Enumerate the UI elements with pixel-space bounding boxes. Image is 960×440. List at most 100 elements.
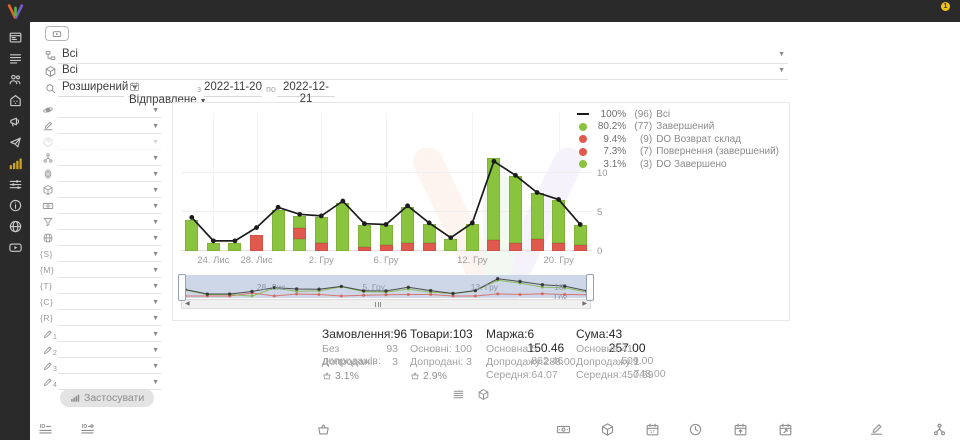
clock-icon[interactable] bbox=[688, 422, 703, 437]
chart-legend: 100%(96)Всі80.2%(77)Завершений9.4%(9)DO … bbox=[576, 108, 779, 171]
info-icon[interactable] bbox=[8, 198, 23, 213]
stat-column: Замовлення:96Без допродажів:93Допродані:… bbox=[322, 327, 398, 382]
stat-sub-value: 3 bbox=[392, 356, 398, 369]
question-filter-dropdown[interactable]: ▼ bbox=[58, 135, 162, 150]
dashboard-icon[interactable] bbox=[8, 30, 23, 45]
store-icon[interactable] bbox=[8, 93, 23, 108]
video-icon[interactable] bbox=[8, 240, 23, 255]
fingerprint-icon bbox=[42, 168, 54, 180]
stat-label: Товари: bbox=[410, 327, 453, 343]
stat-main-row: Маржа:6 150.46 bbox=[486, 327, 554, 343]
legend-item[interactable]: 7.3%(7)Повернення (завершений) bbox=[576, 146, 779, 159]
date-to-input[interactable]: 2022-12-21 bbox=[277, 81, 335, 97]
id-list-icon[interactable] bbox=[38, 422, 53, 437]
navigator-handle-left[interactable] bbox=[178, 274, 186, 301]
view-package-icon[interactable] bbox=[477, 388, 490, 401]
stat-label: Маржа: bbox=[486, 327, 528, 343]
x-tick-label: 2. Гру bbox=[309, 255, 334, 266]
sliders-icon[interactable] bbox=[8, 177, 23, 192]
scrollbar-grip[interactable] bbox=[375, 302, 381, 307]
stat-sub-label: Без допродажів: bbox=[322, 343, 386, 356]
icon-index: 3 bbox=[53, 366, 57, 373]
var-m-filter-dropdown[interactable]: ▼ bbox=[58, 263, 162, 278]
date-from-value: 2022-11-20 bbox=[204, 81, 262, 93]
legend-item[interactable]: 100%(96)Всі bbox=[576, 108, 779, 121]
date-from-input[interactable]: 2022-11-20 bbox=[204, 81, 262, 97]
money-filter-dropdown[interactable]: ▼ bbox=[58, 199, 162, 214]
id-person-icon[interactable] bbox=[80, 422, 95, 437]
stat-sub-value: 3 bbox=[466, 356, 472, 369]
edit-3-filter-dropdown[interactable]: ▼ bbox=[58, 359, 162, 374]
var-s-filter-dropdown[interactable]: ▼ bbox=[58, 247, 162, 262]
package-icon[interactable] bbox=[600, 422, 615, 437]
stat-sub-label: Основна: bbox=[486, 343, 531, 356]
scroll-right-icon[interactable]: ▶ bbox=[582, 302, 587, 307]
hierarchy-icon[interactable] bbox=[932, 422, 947, 437]
package-filter-dropdown[interactable]: ▼ bbox=[58, 183, 162, 198]
hierarchy-filter-dropdown[interactable]: ▼ bbox=[58, 151, 162, 166]
brand-logo-icon[interactable] bbox=[5, 2, 26, 21]
search-icon[interactable] bbox=[44, 82, 57, 95]
advanced-search-label: Розширений bbox=[62, 81, 128, 93]
calendar-up-icon[interactable] bbox=[733, 422, 748, 437]
question-icon bbox=[42, 136, 54, 148]
status-dropdown[interactable]: Всі ▼ bbox=[58, 47, 788, 64]
draft-filter-dropdown[interactable]: ▼ bbox=[58, 119, 162, 134]
orders-icon[interactable] bbox=[8, 51, 23, 66]
navigator-series bbox=[181, 275, 591, 298]
stat-sub-value: 1 748.00 bbox=[633, 356, 665, 369]
globe-icon[interactable] bbox=[8, 219, 23, 234]
basket-icon[interactable] bbox=[316, 422, 331, 437]
legend-label: Всі bbox=[656, 109, 670, 120]
legend-label: Повернення (завершений) bbox=[656, 146, 779, 157]
product-dropdown[interactable]: Всі ▼ bbox=[58, 63, 788, 80]
edit-1-filter-dropdown[interactable]: ▼ bbox=[58, 327, 162, 342]
edit-2-filter-dropdown[interactable]: ▼ bbox=[58, 343, 162, 358]
analytics-icon[interactable] bbox=[8, 156, 23, 171]
promo-icon[interactable] bbox=[8, 114, 23, 129]
stat-column: Маржа:6 150.46Основна:5 862.46Допродажу:… bbox=[486, 327, 554, 382]
var-c-filter-dropdown[interactable]: ▼ bbox=[58, 295, 162, 310]
legend-item[interactable]: 9.4%(9)DO Возврат склад bbox=[576, 133, 779, 146]
stat-sub-row: Допродані: 3 bbox=[322, 356, 398, 369]
money-icon[interactable] bbox=[556, 422, 571, 437]
chart-scrollbar[interactable]: ◀ ▶ bbox=[181, 299, 591, 309]
navigator-handle-right[interactable] bbox=[586, 274, 594, 301]
planet-icon bbox=[42, 104, 54, 116]
chart-navigator[interactable]: 28. Лис5. Гру13. Гру18. Гру bbox=[181, 275, 591, 298]
chart-plot bbox=[181, 113, 591, 251]
planet-filter-dropdown[interactable]: ▼ bbox=[58, 103, 162, 118]
stat-value: 103 bbox=[453, 327, 473, 343]
notification-badge: 1 bbox=[941, 2, 950, 11]
funnel-filter-dropdown[interactable]: ▼ bbox=[58, 215, 162, 230]
globe-filter-dropdown[interactable]: ▼ bbox=[58, 231, 162, 246]
stat-sub-value: 450.59 bbox=[621, 369, 653, 382]
stat-sub-label: Допродані: bbox=[322, 356, 375, 369]
view-rows-icon[interactable] bbox=[452, 388, 465, 401]
var-r-filter-dropdown[interactable]: ▼ bbox=[58, 311, 162, 326]
status-dropdown-value: Всі bbox=[62, 48, 78, 60]
chevron-down-icon: ▼ bbox=[152, 107, 159, 115]
edit-4-filter-dropdown[interactable]: ▼ bbox=[58, 375, 162, 390]
basket-icon bbox=[410, 371, 420, 381]
status-tree-icon bbox=[44, 49, 57, 62]
date-to-label: по bbox=[266, 84, 276, 94]
draft-icon[interactable] bbox=[869, 422, 884, 437]
apply-button[interactable]: Застосувати bbox=[60, 389, 154, 407]
send-icon[interactable] bbox=[8, 135, 23, 150]
advanced-search-dropdown[interactable]: Розширений▼ bbox=[58, 81, 124, 97]
calendar-17-icon[interactable] bbox=[645, 422, 660, 437]
legend-item[interactable]: 80.2%(77)Завершений bbox=[576, 121, 779, 134]
legend-percent: 80.2% bbox=[594, 121, 626, 132]
legend-count: (3) bbox=[626, 159, 652, 170]
y-tick-label: 5 bbox=[597, 207, 615, 218]
scroll-left-icon[interactable]: ◀ bbox=[185, 302, 190, 307]
fingerprint-filter-dropdown[interactable]: ▼ bbox=[58, 167, 162, 182]
customers-icon[interactable] bbox=[8, 72, 23, 87]
var-t-filter-dropdown[interactable]: ▼ bbox=[58, 279, 162, 294]
hierarchy-icon bbox=[42, 152, 54, 164]
calendar-arrow-icon[interactable] bbox=[778, 422, 793, 437]
y-tick-label: 10 bbox=[597, 168, 615, 179]
date-type-dropdown[interactable]: Відправлене▼ bbox=[128, 81, 191, 97]
collapse-toolbar-button[interactable] bbox=[45, 26, 69, 41]
